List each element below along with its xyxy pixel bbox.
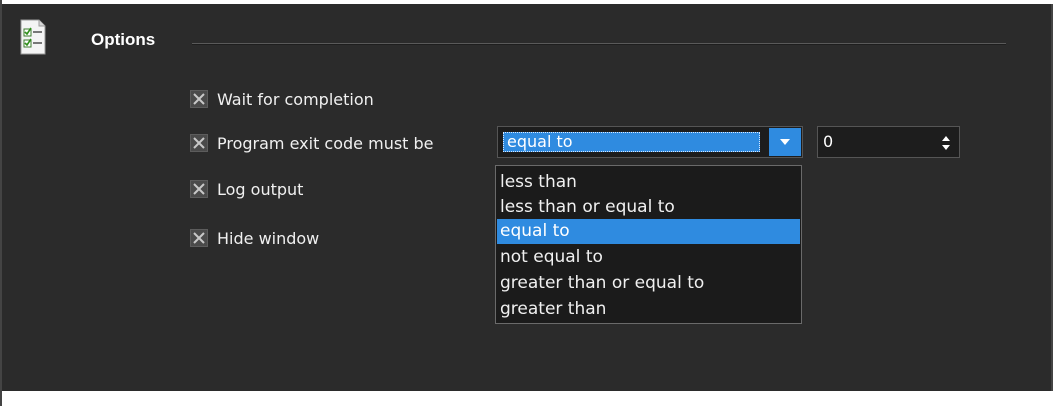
- section-title: Options: [91, 30, 156, 49]
- dropdown-item-not-equal-to[interactable]: not equal to: [497, 245, 800, 270]
- option-hide-window[interactable]: Hide window: [190, 227, 319, 249]
- section-divider: [192, 43, 1006, 45]
- exit-code-condition-select[interactable]: equal to: [497, 126, 803, 158]
- spin-arrows-icon[interactable]: [941, 134, 951, 152]
- option-wait-for-completion[interactable]: Wait for completion: [190, 88, 374, 110]
- option-label: Wait for completion: [217, 89, 374, 109]
- dropdown-item-equal-to[interactable]: equal to: [497, 219, 800, 244]
- option-label: Hide window: [217, 228, 320, 248]
- dropdown-item-greater-than[interactable]: greater than: [497, 297, 800, 322]
- option-label: Program exit code must be: [217, 133, 434, 153]
- spin-down-icon: [942, 145, 950, 150]
- bottom-border: [2, 391, 1053, 406]
- exit-code-condition-value[interactable]: equal to: [503, 132, 760, 152]
- checkmark-x-icon: [193, 137, 205, 149]
- exit-code-value-input[interactable]: 0: [817, 126, 960, 158]
- dropdown-button[interactable]: [769, 128, 801, 156]
- checkbox-hide-window[interactable]: [190, 229, 208, 247]
- checkbox-log-output[interactable]: [190, 180, 208, 198]
- dropdown-item-less-than-or-equal[interactable]: less than or equal to: [497, 195, 800, 220]
- option-log-output[interactable]: Log output: [190, 178, 303, 200]
- exit-code-condition-list[interactable]: less than less than or equal to equal to…: [495, 165, 802, 324]
- checkmark-x-icon: [193, 183, 205, 195]
- checkbox-wait-for-completion[interactable]: [190, 90, 208, 108]
- checkmark-x-icon: [193, 93, 205, 105]
- spin-up-icon: [942, 136, 950, 141]
- option-program-exit-code[interactable]: Program exit code must be: [190, 132, 434, 154]
- checklist-icon: [20, 19, 46, 55]
- dropdown-item-greater-than-or-equal[interactable]: greater than or equal to: [497, 271, 800, 296]
- option-label: Log output: [217, 179, 304, 199]
- dropdown-item-less-than[interactable]: less than: [497, 170, 800, 195]
- chevron-down-icon: [780, 139, 790, 145]
- options-panel: Options Wait for completion Program exit…: [0, 0, 1053, 406]
- checkmark-x-icon: [193, 232, 205, 244]
- exit-code-value[interactable]: 0: [823, 132, 833, 151]
- checkbox-program-exit-code[interactable]: [190, 134, 208, 152]
- top-border: [2, 0, 1053, 4]
